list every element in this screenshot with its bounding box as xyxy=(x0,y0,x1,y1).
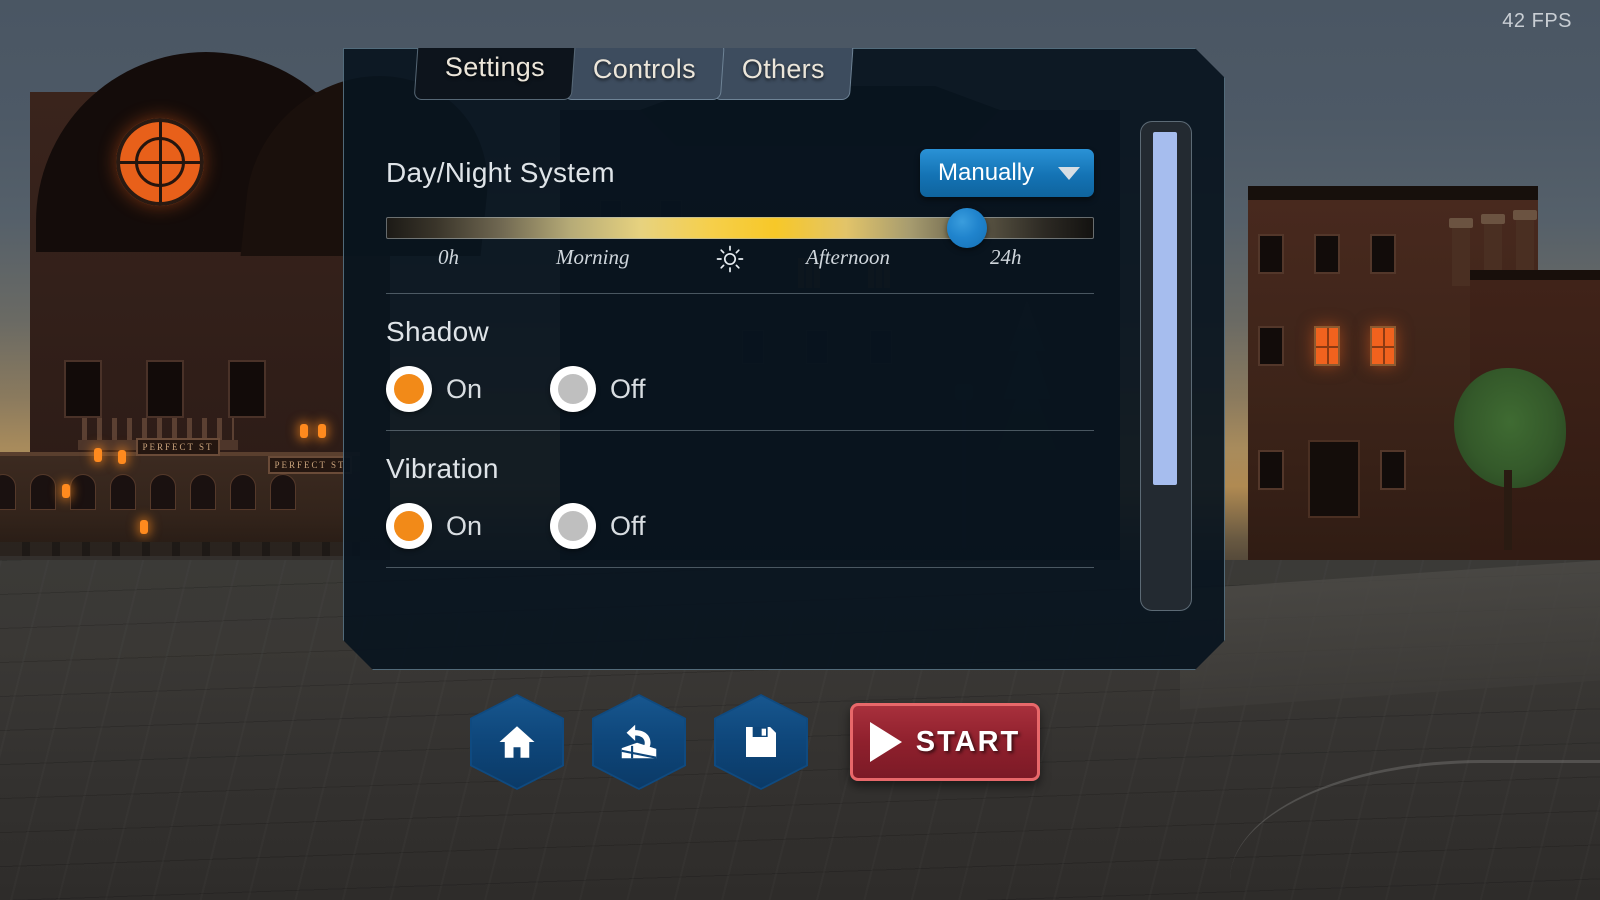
day-night-label: Day/Night System xyxy=(386,157,615,188)
station-sign: PERFECT ST xyxy=(268,456,352,474)
shadow-label: Shadow xyxy=(386,316,489,347)
rose-window-ring xyxy=(135,137,185,187)
tab-settings-label: Settings xyxy=(444,52,545,82)
window xyxy=(1258,326,1284,366)
time-of-day-slider[interactable]: 0h Morning Afternoon 24h xyxy=(386,208,1094,275)
bottom-button-bar: START xyxy=(470,694,1040,790)
shadow-option-on[interactable]: On xyxy=(386,366,482,412)
undo-build-icon xyxy=(621,724,657,759)
vibration-option-off[interactable]: Off xyxy=(550,503,646,549)
scrollbar-thumb[interactable] xyxy=(1153,132,1177,485)
chevron-down-icon xyxy=(1058,166,1080,180)
settings-content: Day/Night System Manually 0h Morning Aft… xyxy=(386,149,1094,568)
rose-window-icon xyxy=(116,118,204,206)
divider xyxy=(386,430,1094,431)
day-night-row: Day/Night System Manually xyxy=(386,149,1094,197)
train-window xyxy=(230,474,256,510)
train-window xyxy=(110,474,136,510)
day-night-mode-value: Manually xyxy=(938,159,1035,186)
time-of-day-slider-handle[interactable] xyxy=(946,208,987,248)
train-window xyxy=(150,474,176,510)
shadow-option-off-label: Off xyxy=(610,373,646,404)
window xyxy=(1370,234,1396,274)
lit-window xyxy=(1314,326,1340,366)
vibration-row: Vibration On Off xyxy=(386,453,1094,549)
vibration-label: Vibration xyxy=(386,453,499,484)
window xyxy=(228,360,266,418)
radio-button-selected[interactable] xyxy=(386,503,432,549)
window xyxy=(1258,450,1284,490)
vibration-option-off-label: Off xyxy=(610,510,646,541)
window xyxy=(1380,450,1406,490)
radio-button-unselected[interactable] xyxy=(550,503,597,549)
tab-controls-label: Controls xyxy=(592,54,696,84)
chimney xyxy=(1513,210,1537,278)
door xyxy=(1308,440,1360,518)
divider xyxy=(386,567,1094,568)
slider-label-start: 0h xyxy=(438,245,459,269)
day-night-mode-dropdown[interactable]: Manually xyxy=(920,149,1094,197)
window xyxy=(1314,234,1340,274)
lit-window xyxy=(1370,326,1396,366)
settings-scrollbar[interactable] xyxy=(1140,121,1192,611)
train-window xyxy=(190,474,216,510)
lamp-light xyxy=(300,424,308,438)
lamp-light xyxy=(62,484,70,498)
lamp-light xyxy=(118,450,126,464)
start-button[interactable]: START xyxy=(850,703,1040,781)
slider-label-afternoon: Afternoon xyxy=(806,245,890,269)
shadow-option-on-label: On xyxy=(446,373,483,404)
fps-counter: 42 FPS xyxy=(1502,10,1572,32)
chimney xyxy=(1449,218,1473,286)
shadow-option-off[interactable]: Off xyxy=(550,366,646,412)
lamp-light xyxy=(140,520,148,534)
window xyxy=(146,360,184,418)
train-window xyxy=(0,474,16,510)
vibration-option-on[interactable]: On xyxy=(386,503,482,549)
slider-label-morning: Morning xyxy=(556,245,630,269)
floppy-disk-icon xyxy=(746,727,776,757)
settings-panel: Settings Controls Others Day/Night Syste… xyxy=(343,48,1225,670)
lamp-light xyxy=(318,424,326,438)
station-sign: PERFECT ST xyxy=(136,438,220,456)
home-button[interactable] xyxy=(470,694,564,790)
undo-button[interactable] xyxy=(592,694,686,790)
train-window xyxy=(30,474,56,510)
window xyxy=(1258,234,1284,274)
tab-others-label: Others xyxy=(741,54,825,84)
divider xyxy=(386,293,1094,294)
sun-icon xyxy=(716,245,744,279)
save-button[interactable] xyxy=(714,694,808,790)
tree-trunk xyxy=(1504,470,1512,550)
radio-button-selected[interactable] xyxy=(386,366,432,412)
shadow-row: Shadow On Off xyxy=(386,316,1094,412)
train-window xyxy=(70,474,96,510)
vibration-option-on-label: On xyxy=(446,510,483,541)
time-of-day-slider-track[interactable] xyxy=(386,217,1094,239)
radio-button-unselected[interactable] xyxy=(550,366,597,412)
train-window xyxy=(270,474,296,510)
window xyxy=(64,360,102,418)
slider-label-end: 24h xyxy=(990,245,1022,269)
vibration-radio-group: On Off xyxy=(386,503,1094,549)
time-of-day-slider-labels: 0h Morning Afternoon 24h xyxy=(386,245,1094,275)
home-icon xyxy=(499,726,535,758)
play-icon xyxy=(869,722,902,762)
lamp-light xyxy=(94,448,102,462)
start-button-label: START xyxy=(915,725,1021,758)
shadow-radio-group: On Off xyxy=(386,366,1094,412)
